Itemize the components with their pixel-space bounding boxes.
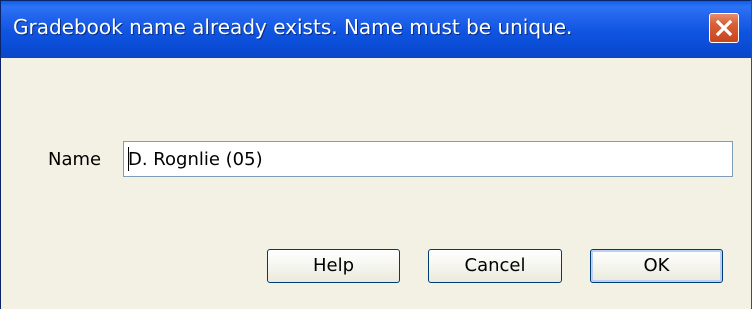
ok-button[interactable]: OK	[590, 249, 723, 283]
dialog-title: Gradebook name already exists. Name must…	[13, 15, 573, 39]
name-label: Name	[48, 149, 102, 170]
dialog-body: Name Help Cancel OK	[1, 58, 751, 309]
close-button[interactable]	[709, 13, 739, 43]
dialog-window: Gradebook name already exists. Name must…	[0, 0, 752, 309]
name-input[interactable]	[123, 141, 733, 177]
close-icon	[715, 19, 733, 37]
help-button[interactable]: Help	[267, 249, 400, 283]
cancel-button[interactable]: Cancel	[428, 249, 562, 283]
title-bar: Gradebook name already exists. Name must…	[1, 1, 751, 58]
text-caret	[128, 147, 129, 171]
